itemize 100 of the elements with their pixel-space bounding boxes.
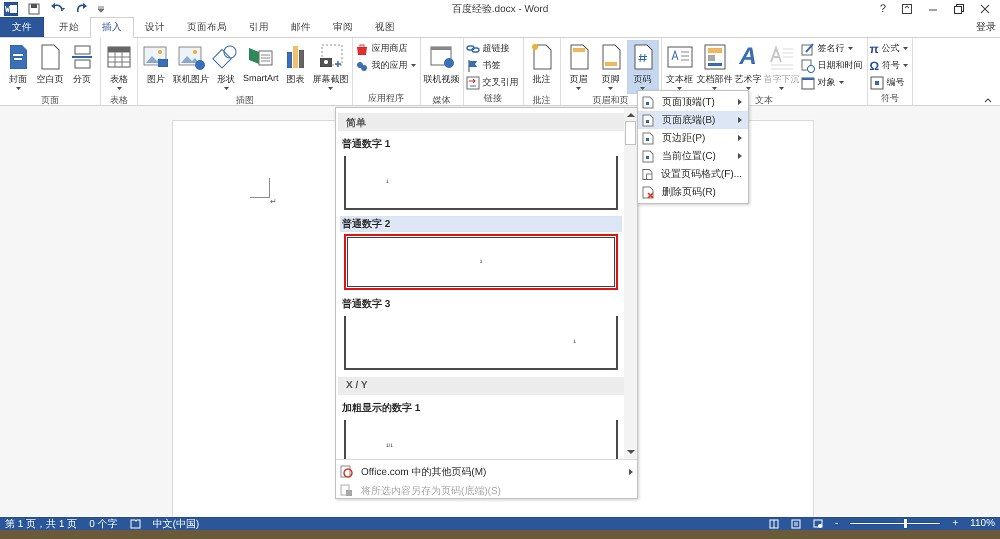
group-label: 文本	[755, 94, 774, 107]
file-tab[interactable]: 文件	[0, 17, 44, 37]
group-label: 页面	[41, 94, 59, 107]
shopping-bag-icon	[354, 42, 369, 56]
ribbon-button[interactable]: 对象	[800, 75, 865, 90]
web-layout-icon[interactable]	[812, 518, 823, 528]
scroll-down-icon[interactable]	[626, 450, 634, 455]
ribbon-tab[interactable]: 插入	[90, 17, 134, 38]
ribbon-button[interactable]: 形状	[210, 40, 242, 94]
corner-mark	[250, 178, 270, 198]
ribbon-button[interactable]: 交叉引用	[466, 75, 521, 90]
ribbon-button[interactable]: 编号	[870, 75, 910, 90]
menu-item[interactable]: Office.com 中的其他页码(M)	[340, 464, 633, 479]
ribbon-tab[interactable]: 审阅	[322, 17, 364, 37]
page-icon	[642, 150, 654, 162]
ribbon-button[interactable]: 图表	[280, 40, 312, 94]
ribbon-tab[interactable]: 引用	[238, 17, 280, 37]
ribbon-button[interactable]: 表格	[103, 40, 135, 94]
zoom-out-button[interactable]: -	[834, 518, 838, 529]
close-icon[interactable]	[980, 4, 990, 14]
ribbon-button[interactable]: 书签	[466, 58, 521, 73]
window-icon	[800, 76, 815, 90]
print-layout-icon[interactable]	[790, 518, 801, 528]
ribbon-tab[interactable]: 开始	[48, 17, 90, 37]
ribbon-button[interactable]: 页脚	[594, 40, 627, 94]
omega-icon: Ω	[870, 58, 880, 72]
ribbon-button[interactable]: 文本框	[664, 40, 696, 94]
redo-icon[interactable]	[76, 2, 88, 14]
page-icon	[642, 132, 654, 144]
page-icon	[642, 114, 654, 126]
menu-item[interactable]: 页边距(P)	[638, 129, 748, 147]
ribbon-button[interactable]: 图片	[140, 40, 172, 94]
word-logo-icon[interactable]	[4, 2, 18, 16]
ribbon-button[interactable]: π 公式	[870, 41, 910, 56]
page-icon	[642, 96, 654, 108]
ribbon-button[interactable]: 页眉	[562, 40, 595, 94]
ribbon-button[interactable]: 应用商店	[354, 41, 418, 56]
zoom-slider-thumb[interactable]	[904, 519, 908, 528]
ribbon-button[interactable]: 我的应用	[354, 58, 418, 73]
group-label: 批注	[532, 94, 551, 107]
proofing-book-icon[interactable]	[130, 518, 141, 528]
ribbon-button[interactable]: 空白页	[34, 40, 66, 94]
ribbon-display-icon[interactable]	[902, 4, 912, 14]
page-count[interactable]: 第 1 页，共 1 页	[5, 516, 78, 530]
customize-icon[interactable]	[98, 4, 104, 12]
ribbon-button[interactable]: A 艺术字	[734, 40, 763, 94]
group-label: 应用程序	[368, 92, 404, 105]
ribbon-button[interactable]: 签名行	[800, 41, 865, 56]
ribbon-button[interactable]: 联机视频	[422, 40, 461, 94]
group-label: 页眉和页	[592, 94, 629, 107]
ribbon-tab[interactable]: 视图	[364, 17, 406, 37]
window-title: 百度经验.docx - Word	[452, 2, 548, 16]
scrollbar[interactable]	[624, 108, 637, 459]
ribbon-button[interactable]: 日期和时间	[800, 58, 865, 73]
ribbon-button[interactable]: 屏幕截图	[312, 40, 350, 94]
zoom-in-button[interactable]: +	[952, 518, 958, 529]
ribbon-button[interactable]: 分页	[66, 40, 98, 94]
group-label: 插图	[236, 94, 254, 107]
zoom-level[interactable]: 110%	[970, 518, 995, 529]
gallery-section-heading: X / Y	[338, 377, 624, 395]
ribbon-button[interactable]: 封面	[2, 40, 34, 94]
group-label: 符号	[880, 92, 899, 105]
ribbon-button[interactable]: 联机图片	[172, 40, 210, 94]
ribbon-tab[interactable]: 页面布局	[176, 17, 238, 37]
pi-icon: π	[870, 42, 879, 56]
menu-item[interactable]: 设置页码格式(F)...	[638, 165, 748, 183]
group-label: 链接	[484, 92, 502, 105]
ribbon-button[interactable]: 超链接	[466, 41, 521, 56]
help-button[interactable]: ?	[880, 2, 886, 14]
signature-pen-icon	[800, 42, 815, 56]
delete-page-icon	[642, 186, 654, 198]
ribbon-tab[interactable]: 邮件	[280, 17, 322, 37]
ribbon-button[interactable]: 批注	[526, 40, 558, 94]
ribbon-tab[interactable]: 设计	[134, 17, 176, 37]
language-indicator[interactable]: 中文(中国)	[152, 516, 200, 530]
flag-icon	[466, 58, 480, 72]
save-icon[interactable]	[28, 2, 40, 14]
group-label: 媒体	[432, 94, 451, 107]
letter-icon: A	[739, 42, 757, 72]
sign-in-link[interactable]: 登录	[976, 20, 1000, 34]
menu-item[interactable]: 当前位置(C)	[638, 147, 748, 165]
ribbon-button[interactable]: SmartArt	[242, 40, 280, 94]
ribbon-button[interactable]: 页码	[626, 40, 659, 94]
restore-icon[interactable]	[954, 4, 964, 14]
ribbon-button[interactable]: 文档部件	[696, 40, 734, 94]
menu-item[interactable]: 页面顶端(T)	[638, 93, 748, 111]
menu-item[interactable]: 页面底端(B)	[638, 111, 748, 129]
word-count[interactable]: 0 个字	[89, 516, 118, 530]
ribbon-button[interactable]: Ω 符号	[870, 58, 910, 73]
format-page-icon	[642, 168, 653, 180]
paragraph-mark: ↵	[270, 197, 277, 206]
menu-item[interactable]: 删除页码(R)	[638, 183, 748, 201]
group-label: 表格	[110, 94, 128, 107]
scroll-up-icon[interactable]	[626, 112, 634, 117]
read-mode-icon[interactable]	[768, 518, 779, 528]
cross-reference-icon	[466, 76, 480, 90]
collapse-ribbon-icon[interactable]	[984, 98, 992, 103]
scrollbar-thumb[interactable]	[625, 121, 636, 145]
gallery-section-heading: 简单	[338, 113, 624, 131]
number-box-icon	[870, 76, 884, 90]
